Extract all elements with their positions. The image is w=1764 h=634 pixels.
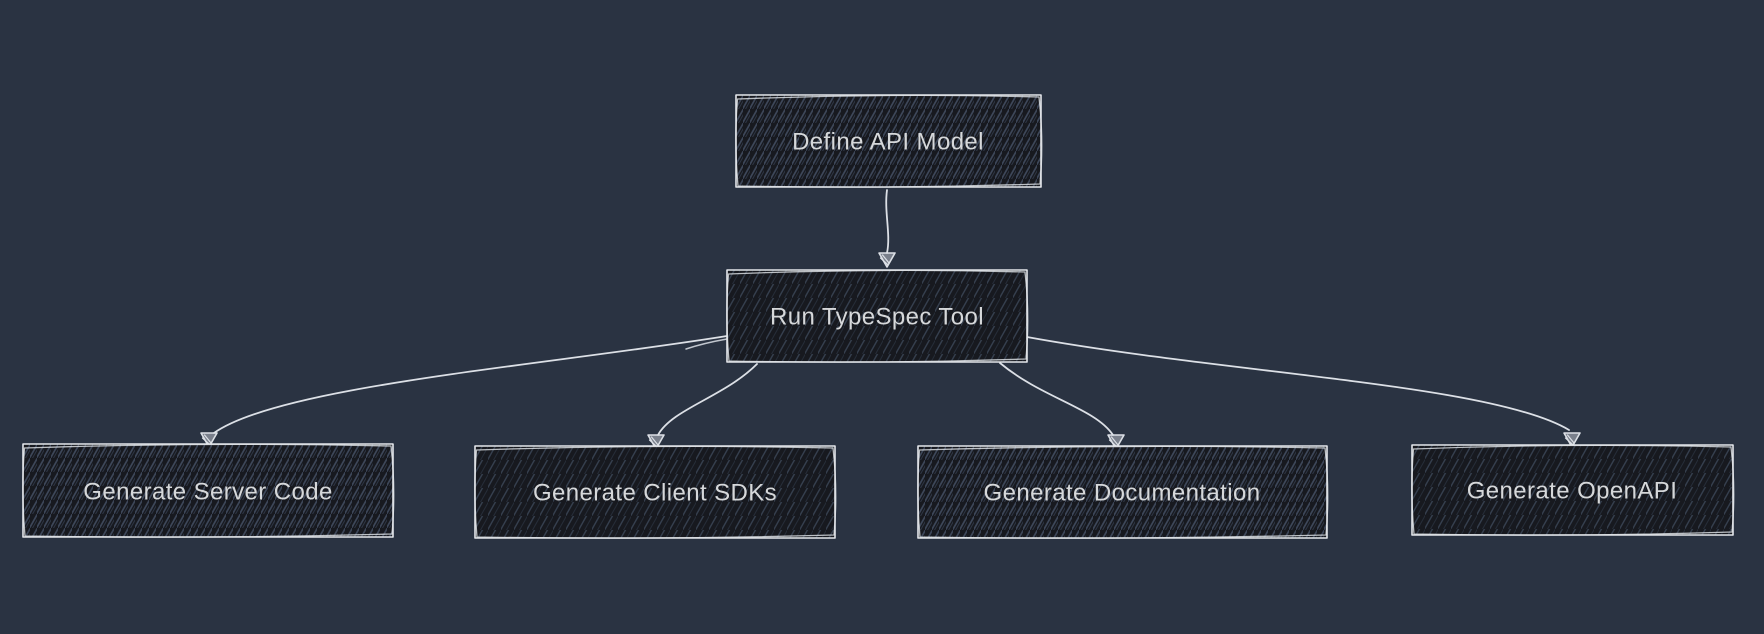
node-run-typespec-tool: Run TypeSpec Tool [727,270,1028,362]
node-label: Define API Model [792,128,984,155]
node-generate-openapi: Generate OpenAPI [1412,445,1734,535]
node-label: Generate Server Code [83,478,332,505]
diagram-stage: Define API Model Run TypeSpec Tool Gener… [0,0,1764,634]
node-label: Generate Documentation [984,479,1261,506]
flowchart-canvas: Define API Model Run TypeSpec Tool Gener… [0,0,1764,634]
node-label: Generate OpenAPI [1467,477,1678,504]
node-label: Generate Client SDKs [533,479,777,506]
node-define-api-model: Define API Model [736,95,1042,187]
node-generate-server-code: Generate Server Code [23,444,394,537]
node-label: Run TypeSpec Tool [770,303,984,330]
node-generate-documentation: Generate Documentation [918,446,1328,538]
node-generate-client-sdks: Generate Client SDKs [475,446,836,538]
